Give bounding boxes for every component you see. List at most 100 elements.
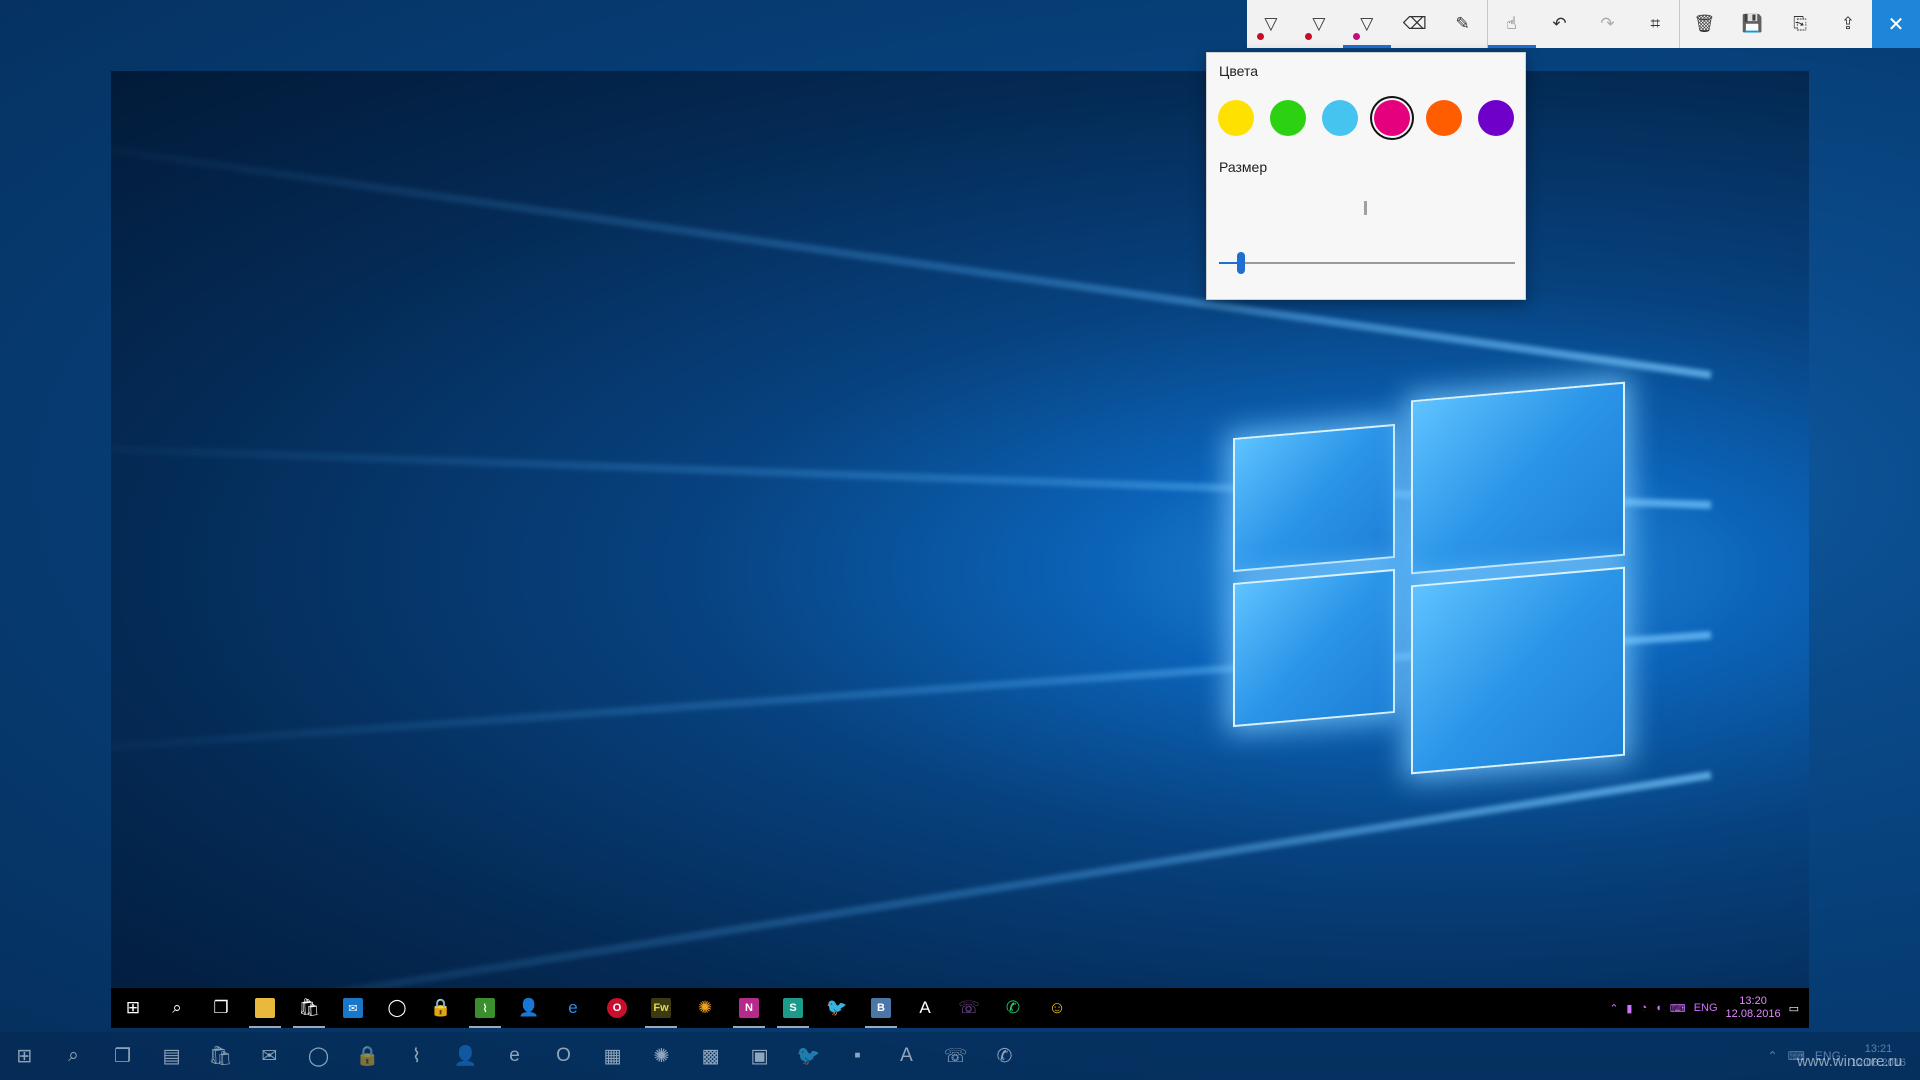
file-explorer-icon [243,988,287,1028]
crop-button[interactable]: ⌗ [1631,0,1679,48]
tray-arrow-icon: ⌃ [1609,1002,1619,1015]
copy-button[interactable]: ⎘ [1776,0,1824,48]
outer-vk-icon: ▪ [854,1045,861,1066]
size-preview [1364,201,1367,215]
ballpoint-pen-button[interactable]: ▽ [1247,0,1295,48]
whatsapp-icon: ✆ [1005,998,1021,1017]
colors-heading: Цвета [1219,63,1258,79]
lock-icon: 🔒 [430,998,452,1017]
outer-onenote-icon: ▩ [701,1045,720,1067]
delete-button[interactable]: 🗑 [1680,0,1728,48]
ruler-icon: ✎ [1455,14,1470,33]
outer-search-icon: ⌕ [68,1045,79,1066]
delete-icon: 🗑 [1693,14,1716,33]
inner-clock: 13:20 12.08.2016 [1726,995,1781,1021]
windows-logo-pane [1411,566,1625,775]
color-swatch-purple[interactable] [1478,100,1514,136]
color-swatch-green[interactable] [1270,100,1306,136]
redo-icon: ↷ [1600,14,1615,33]
outer-people-icon: 👤 [453,1046,478,1067]
outer-store-icon: 🛍 [208,1046,233,1067]
inner-taskbar: ⊞ ⌕ ❐ 🛍 ✉ ◯ 🔒 ⌇ 👤 e O Fw ✺ N S 🐦 B A ☏ ✆… [111,988,1809,1028]
onenote-icon: N [727,988,771,1028]
edge-icon: e [568,998,578,1017]
outer-twitter-icon: 🐦 [796,1046,821,1067]
save-icon: 💾 [1741,14,1763,33]
outer-file-explorer-icon: ▤ [162,1045,181,1067]
color-swatch-yellow[interactable] [1218,100,1254,136]
watermark-text: www.wincore.ru [1796,1053,1902,1070]
windows-logo-pane [1411,381,1625,575]
vk-icon: B [859,988,903,1028]
outer-viber-icon: ☏ [943,1045,968,1067]
tray-wifi-icon: ◔ [1640,1002,1648,1014]
people-icon: 👤 [518,998,540,1017]
tray-notifications-icon: ▭ [1788,1002,1799,1015]
fireworks-icon: Fw [639,988,683,1028]
outer-whatsapp-icon: ✆ [996,1045,1013,1067]
size-slider-track[interactable] [1219,262,1515,264]
color-swatch-light-blue[interactable] [1322,100,1358,136]
settings-icon: ✺ [697,998,713,1017]
viber-icon: ☏ [958,998,980,1017]
rss-icon: ⌇ [463,988,507,1028]
pencil-button[interactable]: ▽ [1295,0,1343,48]
outer-start-icon: ⊞ [16,1045,33,1067]
close-icon: ✕ [1887,13,1905,36]
redo-button[interactable]: ↷ [1583,0,1631,48]
highlighter-button[interactable]: ▽ [1342,0,1391,48]
search-icon: ⌕ [172,998,182,1017]
inner-clock-date: 12.08.2016 [1725,1008,1781,1020]
outer-mail-icon: ✉ [261,1045,278,1067]
ruler-button[interactable]: ✎ [1439,0,1487,48]
inner-clock-time: 13:20 [1739,995,1767,1007]
copy-icon: ⎘ [1793,14,1807,33]
twitter-icon: 🐦 [826,998,848,1017]
pen-settings-flyout: Цвета Размер [1206,52,1526,300]
font-icon: A [919,998,931,1017]
inner-tray: ⌃ ▮ ◔ ◖ ⌨ ENG 13:20 12.08.2016 ▭ [1609,988,1809,1028]
outer-opera-icon: O [556,1045,571,1066]
save-button[interactable]: 💾 [1728,0,1776,48]
mail-icon: ✉ [331,988,375,1028]
close-button[interactable]: ✕ [1872,0,1920,48]
share-button[interactable]: ⇪ [1824,0,1872,48]
ballpoint-pen-icon: ▽ [1264,14,1278,33]
eraser-button[interactable]: ⌫ [1391,0,1439,48]
outer-edge-icon: e [509,1045,520,1066]
size-slider-fill [1219,262,1239,264]
cortana-icon: ◯ [387,998,407,1017]
pencil-color-dot [1304,33,1312,40]
highlighter-icon: ▽ [1360,14,1374,33]
tray-lang: ENG [1693,1002,1718,1014]
outer-font-icon: A [900,1045,913,1066]
touch-writing-button[interactable]: ☝ [1487,0,1536,48]
undo-icon: ↶ [1552,14,1567,33]
color-swatch-orange[interactable] [1426,100,1462,136]
size-slider-thumb[interactable] [1237,252,1245,274]
highlighter-color-dot [1352,33,1360,40]
screenshot-canvas[interactable]: ⊞ ⌕ ❐ 🛍 ✉ ◯ 🔒 ⌇ 👤 e O Fw ✺ N S 🐦 B A ☏ ✆… [111,71,1809,1028]
outer-tray-arrow-icon: ⌃ [1767,1049,1778,1063]
outer-fireworks-icon: ▦ [603,1045,622,1067]
pen-color-dot [1257,33,1264,40]
outer-settings-icon: ✺ [653,1045,670,1067]
outer-taskbar: ⊞ ⌕ ❐ ▤ 🛍 ✉ ◯ 🔒 ⌇ 👤 e O ▦ ✺ ▩ ▣ 🐦 ▪ A ☏ … [0,1032,1920,1080]
outer-lock-icon: 🔒 [355,1046,380,1067]
task-view-icon: ❐ [213,998,229,1017]
opera-icon: O [595,988,639,1028]
touch-writing-icon: ☝ [1506,14,1517,33]
outer-rss-icon: ⌇ [411,1045,422,1067]
crop-icon: ⌗ [1650,14,1661,33]
sway-icon: S [771,988,815,1028]
eraser-icon: ⌫ [1402,14,1427,33]
pencil-icon: ▽ [1312,14,1326,33]
tray-keyboard-icon: ⌨ [1669,1002,1686,1015]
color-swatch-magenta[interactable] [1374,100,1410,136]
windows-logo-pane [1233,568,1395,728]
tray-volume-icon: ◖ [1655,1002,1662,1014]
start-icon: ⊞ [125,998,141,1017]
undo-button[interactable]: ↶ [1536,0,1584,48]
tray-battery-icon: ▮ [1626,1002,1633,1015]
windows-logo-pane [1233,423,1395,573]
